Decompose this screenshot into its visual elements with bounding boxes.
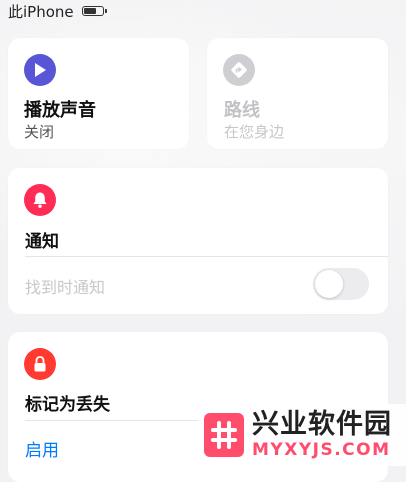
notifications-card: 通知 找到时通知 bbox=[8, 168, 388, 314]
lock-icon bbox=[24, 348, 56, 380]
bell-icon bbox=[24, 184, 56, 216]
directions-subtitle: 在您身边 bbox=[224, 123, 285, 141]
toggle-knob bbox=[315, 270, 343, 298]
directions-icon bbox=[223, 54, 255, 86]
enable-lost-mode-link[interactable]: 启用 bbox=[25, 436, 59, 461]
lost-mode-title: 标记为丢失 bbox=[25, 395, 110, 415]
watermark-logo-icon bbox=[204, 413, 244, 457]
notify-when-found-label: 找到时通知 bbox=[25, 278, 106, 297]
status-bar: 此iPhone bbox=[8, 0, 107, 22]
directions-title: 路线 bbox=[224, 100, 260, 121]
notifications-title: 通知 bbox=[25, 232, 59, 252]
play-sound-card[interactable]: 播放声音 关闭 bbox=[8, 38, 189, 149]
watermark-name: 兴业软件园 bbox=[252, 409, 392, 440]
device-name: 此iPhone bbox=[8, 2, 74, 21]
watermark-url: MYXYJS.COM bbox=[252, 440, 391, 460]
watermark: 兴业软件园 MYXYJS.COM bbox=[198, 404, 406, 466]
play-sound-title: 播放声音 bbox=[24, 100, 96, 121]
notify-when-found-toggle[interactable] bbox=[313, 268, 369, 300]
directions-card[interactable]: 路线 在您身边 bbox=[207, 38, 388, 149]
play-icon bbox=[24, 54, 56, 86]
play-sound-status: 关闭 bbox=[24, 123, 55, 141]
battery-icon bbox=[81, 6, 107, 16]
divider bbox=[25, 256, 388, 257]
